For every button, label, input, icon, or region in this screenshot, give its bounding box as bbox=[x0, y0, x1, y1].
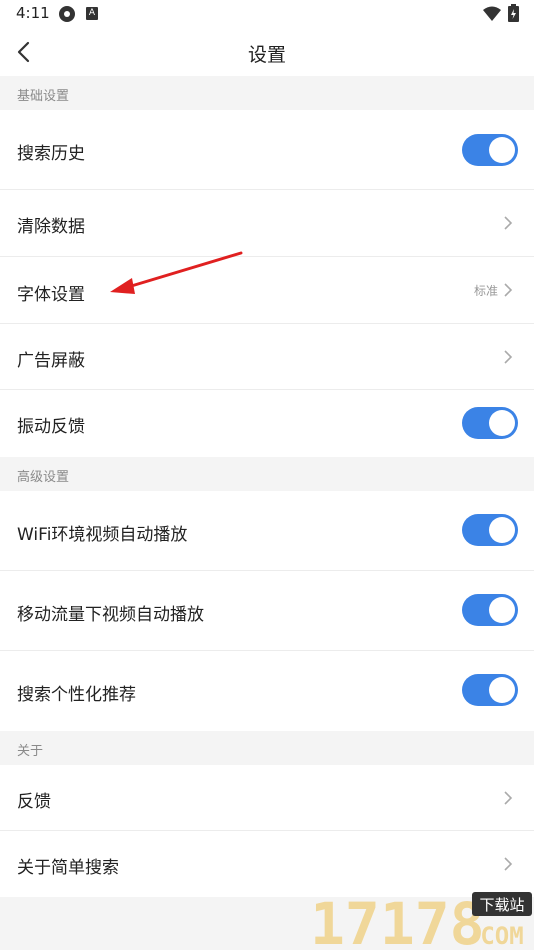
wifi-autoplay-toggle[interactable] bbox=[462, 514, 518, 546]
setting-row-mobile-autoplay[interactable]: 移动流量下视频自动播放 bbox=[0, 571, 534, 651]
section-header-advanced: 高级设置 bbox=[0, 457, 534, 491]
toggle-knob bbox=[489, 137, 515, 163]
watermark-suffix: COM bbox=[480, 922, 523, 950]
wifi-icon bbox=[483, 6, 501, 21]
battery-icon bbox=[508, 4, 519, 22]
setting-label: 振动反馈 bbox=[17, 417, 85, 437]
setting-label: 关于简单搜索 bbox=[17, 858, 119, 878]
toggle-knob bbox=[489, 517, 515, 543]
mobile-autoplay-toggle[interactable] bbox=[462, 594, 518, 626]
setting-row-wifi-autoplay[interactable]: WiFi环境视频自动播放 bbox=[0, 491, 534, 571]
setting-row-font[interactable]: 字体设置 标准 bbox=[0, 257, 534, 324]
toggle-knob bbox=[489, 410, 515, 436]
font-size-value: 标准 bbox=[473, 284, 498, 298]
chevron-right-icon bbox=[504, 791, 513, 805]
section-title: 高级设置 bbox=[17, 470, 70, 485]
status-bar: 4:11 A bbox=[0, 0, 534, 28]
chevron-right-icon bbox=[504, 283, 513, 297]
setting-row-ad-block[interactable]: 广告屏蔽 bbox=[0, 324, 534, 390]
chevron-right-icon bbox=[504, 350, 513, 364]
setting-label: WiFi环境视频自动播放 bbox=[17, 525, 188, 545]
setting-row-vibration[interactable]: 振动反馈 bbox=[0, 390, 534, 457]
setting-row-personalized[interactable]: 搜索个性化推荐 bbox=[0, 651, 534, 731]
chevron-right-icon bbox=[504, 216, 513, 230]
watermark-digits: 17178 bbox=[310, 890, 485, 950]
setting-label: 搜索个性化推荐 bbox=[17, 685, 136, 705]
section-title: 基础设置 bbox=[17, 89, 70, 104]
watermark-logo: 17178 下载站 COM bbox=[310, 890, 532, 950]
setting-label: 清除数据 bbox=[17, 217, 85, 237]
toggle-knob bbox=[489, 677, 515, 703]
setting-row-feedback[interactable]: 反馈 bbox=[0, 765, 534, 831]
setting-label: 字体设置 bbox=[17, 285, 85, 305]
search-history-toggle[interactable] bbox=[462, 134, 518, 166]
section-title: 关于 bbox=[17, 744, 44, 759]
setting-label: 移动流量下视频自动播放 bbox=[17, 605, 204, 625]
setting-row-search-history[interactable]: 搜索历史 bbox=[0, 110, 534, 190]
vibration-toggle[interactable] bbox=[462, 407, 518, 439]
setting-label: 搜索历史 bbox=[17, 144, 85, 164]
toggle-knob bbox=[489, 597, 515, 623]
settings-notification-icon bbox=[59, 6, 75, 22]
app-notification-icon: A bbox=[86, 7, 98, 20]
setting-row-clear-data[interactable]: 清除数据 bbox=[0, 190, 534, 257]
setting-label: 反馈 bbox=[17, 792, 51, 812]
section-header-basic: 基础设置 bbox=[0, 76, 534, 110]
watermark-badge: 下载站 bbox=[479, 896, 524, 914]
section-header-about: 关于 bbox=[0, 731, 534, 765]
page-title: 设置 bbox=[247, 44, 286, 66]
status-time: 4:11 bbox=[16, 4, 50, 22]
setting-label: 广告屏蔽 bbox=[17, 351, 85, 371]
chevron-right-icon bbox=[504, 857, 513, 871]
nav-bar: 设置 bbox=[0, 28, 534, 76]
personalized-toggle[interactable] bbox=[462, 674, 518, 706]
